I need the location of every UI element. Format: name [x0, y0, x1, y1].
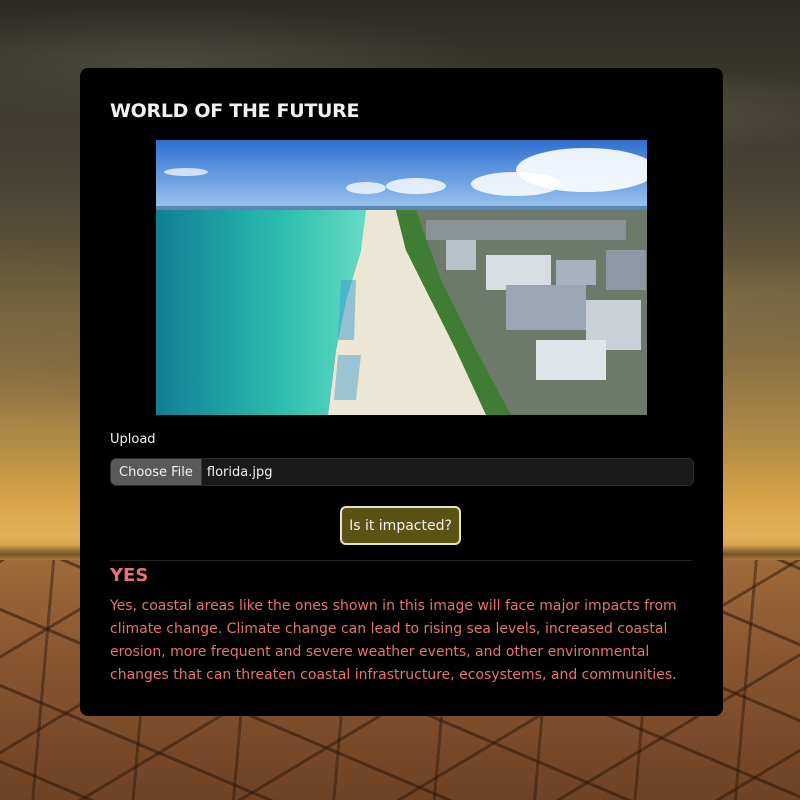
result-explanation: Yes, coastal areas like the ones shown i…: [110, 598, 677, 683]
is-it-impacted-button[interactable]: Is it impacted?: [340, 506, 461, 545]
main-card: WORLD OF THE FUTURE Upload Choose File f…: [80, 68, 723, 716]
uploaded-image-preview: [156, 140, 647, 415]
page-title: WORLD OF THE FUTURE: [110, 100, 360, 122]
selected-file-name: florida.jpg: [206, 464, 273, 480]
file-upload-input[interactable]: Choose File florida.jpg: [110, 458, 694, 486]
result-verdict: YES: [110, 565, 149, 586]
result-divider: [110, 560, 692, 561]
upload-label: Upload: [110, 432, 156, 447]
choose-file-button[interactable]: Choose File: [111, 459, 202, 485]
